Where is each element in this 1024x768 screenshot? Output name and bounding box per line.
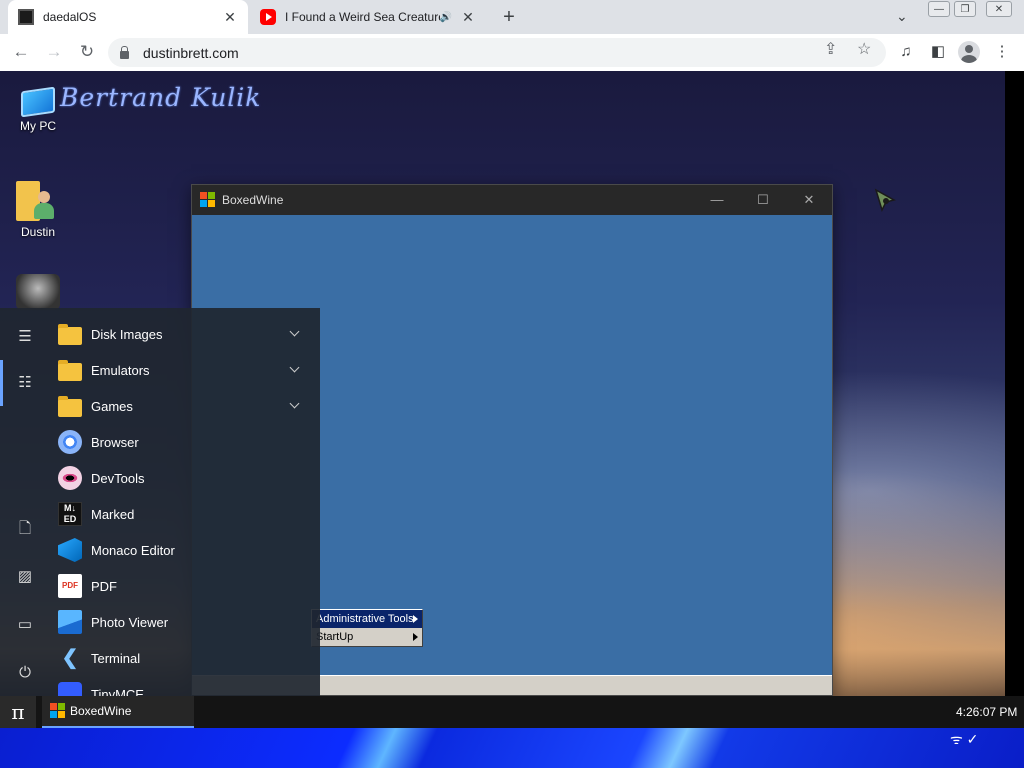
chevron-down-icon xyxy=(289,326,300,337)
minimize-icon[interactable]: — xyxy=(694,185,740,215)
folder-icon xyxy=(58,359,82,381)
chevron-down-icon xyxy=(289,398,300,409)
taskbar-entry-boxedwine[interactable]: BoxedWine xyxy=(42,696,194,728)
desktop-icon-my-pc[interactable]: My PC xyxy=(8,83,68,133)
start-item-pdf[interactable]: PDF PDF xyxy=(48,568,318,604)
start-item-emulators[interactable]: Emulators xyxy=(48,352,318,388)
desktop-icon-dustin[interactable]: Dustin xyxy=(8,181,68,239)
start-item-terminal[interactable]: ❮ Terminal xyxy=(48,640,318,676)
media-control-icon[interactable]: ♫ xyxy=(895,41,917,63)
window-title: BoxedWine xyxy=(222,193,284,207)
chevron-down-icon xyxy=(289,362,300,373)
pdf-icon: PDF xyxy=(58,574,82,598)
page-scrollbar[interactable] xyxy=(1005,71,1024,728)
start-item-marked[interactable]: M↓ ED Marked xyxy=(48,496,318,532)
address-bar[interactable]: dustinbrett.com xyxy=(108,38,886,67)
speaker-icon[interactable]: 🔊 xyxy=(440,12,452,23)
tab-strip: daedalOS ✕ I Found a Weird Sea Creature … xyxy=(0,0,1024,34)
lock-icon[interactable] xyxy=(120,45,129,59)
side-panel-icon[interactable]: ◧ xyxy=(927,41,949,63)
tab-title: daedalOS xyxy=(43,10,97,24)
desktop-icon-label: My PC xyxy=(20,119,56,133)
browser-toolbar: ← → ↻ dustinbrett.com ⇪ ☆ ♫ ◧ ⋮ xyxy=(0,34,1024,71)
star-icon[interactable]: ☆ xyxy=(857,39,871,59)
new-tab-icon[interactable]: + xyxy=(498,6,520,28)
submenu-item-startup[interactable]: StartUp xyxy=(312,628,422,646)
close-icon[interactable]: ✕ xyxy=(786,185,832,215)
power-icon[interactable]: ⏻ xyxy=(12,662,38,684)
kebab-menu-icon[interactable]: ⋮ xyxy=(991,41,1013,63)
host-wallpaper xyxy=(0,728,1024,768)
tab-youtube[interactable]: I Found a Weird Sea Creature 🔊 ✕ xyxy=(250,0,486,34)
forward-icon[interactable]: → xyxy=(42,40,66,64)
start-item-photo-viewer[interactable]: Photo Viewer xyxy=(48,604,318,640)
folder-icon xyxy=(58,323,82,345)
tinymce-icon xyxy=(58,682,82,696)
all-apps-icon[interactable]: ☷ xyxy=(12,372,38,394)
os-taskbar: π BoxedWine 4:26:07 PM xyxy=(0,696,1024,728)
tab-daedalos[interactable]: daedalOS ✕ xyxy=(8,0,248,34)
tab-title: I Found a Weird Sea Creature xyxy=(285,10,440,24)
maximize-icon[interactable]: ☐ xyxy=(740,185,786,215)
desktop-wallpaper[interactable]: Bertrand Kulik My PC Dustin BoxedWine — … xyxy=(0,71,1005,728)
start-item-tinymce[interactable]: TinyMCE xyxy=(48,676,318,696)
pictures-icon[interactable]: ▨ xyxy=(12,566,38,588)
start-item-games[interactable]: Games xyxy=(48,388,318,424)
terminal-icon: ❮ xyxy=(61,647,79,669)
programs-submenu: Administrative Tools StartUp xyxy=(311,609,423,647)
profile-avatar-icon[interactable] xyxy=(958,41,980,63)
close-tab-icon[interactable]: ✕ xyxy=(222,9,238,26)
user-folder-icon xyxy=(16,181,54,221)
photo-icon xyxy=(58,610,82,634)
start-item-browser[interactable]: Browser xyxy=(48,424,318,460)
computer-icon xyxy=(21,86,55,118)
start-menu: ☰ ☷ 🗋 ▨ ▭ ⏻ Disk Images Emulators Games … xyxy=(0,308,320,696)
start-item-devtools[interactable]: DevTools xyxy=(48,460,318,496)
start-item-disk-images[interactable]: Disk Images xyxy=(48,316,318,352)
active-indicator xyxy=(0,360,3,406)
start-item-monaco-editor[interactable]: Monaco Editor xyxy=(48,532,318,568)
share-icon[interactable]: ⇪ xyxy=(824,39,837,59)
wifi-icon[interactable]: ᯤ ✓ xyxy=(950,730,978,749)
close-window-icon[interactable]: ✕ xyxy=(986,1,1012,17)
browser-icon xyxy=(58,430,82,454)
taskbar-clock[interactable]: 4:26:07 PM xyxy=(956,705,1017,719)
daedalos-favicon-icon xyxy=(18,9,34,25)
start-menu-list: Disk Images Emulators Games Browser DevT… xyxy=(48,316,318,696)
page-viewport: Bertrand Kulik My PC Dustin BoxedWine — … xyxy=(0,71,1024,768)
videos-icon[interactable]: ▭ xyxy=(12,614,38,636)
start-menu-sidebar: ☰ ☷ 🗋 ▨ ▭ ⏻ xyxy=(0,308,48,696)
reload-icon[interactable]: ↻ xyxy=(75,40,99,64)
back-icon[interactable]: ← xyxy=(9,40,33,64)
close-tab-icon[interactable]: ✕ xyxy=(460,9,476,26)
url-text: dustinbrett.com xyxy=(143,44,239,61)
brain-scan-icon xyxy=(16,274,60,310)
minimize-icon[interactable]: — xyxy=(928,1,950,17)
youtube-favicon-icon xyxy=(260,9,276,25)
submenu-arrow-icon xyxy=(413,633,418,641)
windows-logo-icon xyxy=(200,192,216,208)
chevron-down-icon[interactable]: ⌄ xyxy=(896,8,908,25)
marked-icon: M↓ ED xyxy=(58,502,82,526)
hamburger-menu-icon[interactable]: ☰ xyxy=(12,326,38,348)
eye-cursor-icon xyxy=(874,188,896,213)
wallpaper-signature: Bertrand Kulik xyxy=(60,83,262,112)
submenu-item-administrative-tools[interactable]: Administrative Tools xyxy=(312,610,422,628)
submenu-arrow-icon xyxy=(413,615,418,623)
documents-icon[interactable]: 🗋 xyxy=(12,518,38,540)
start-button[interactable]: π xyxy=(0,696,36,728)
restore-icon[interactable]: ❐ xyxy=(954,1,976,17)
windows-logo-icon xyxy=(50,703,66,719)
desktop-icon-label: Dustin xyxy=(20,225,55,239)
folder-icon xyxy=(58,395,82,417)
window-titlebar[interactable]: BoxedWine — ☐ ✕ xyxy=(192,185,832,215)
vscode-icon xyxy=(58,538,82,562)
devtools-eye-icon xyxy=(58,466,82,490)
